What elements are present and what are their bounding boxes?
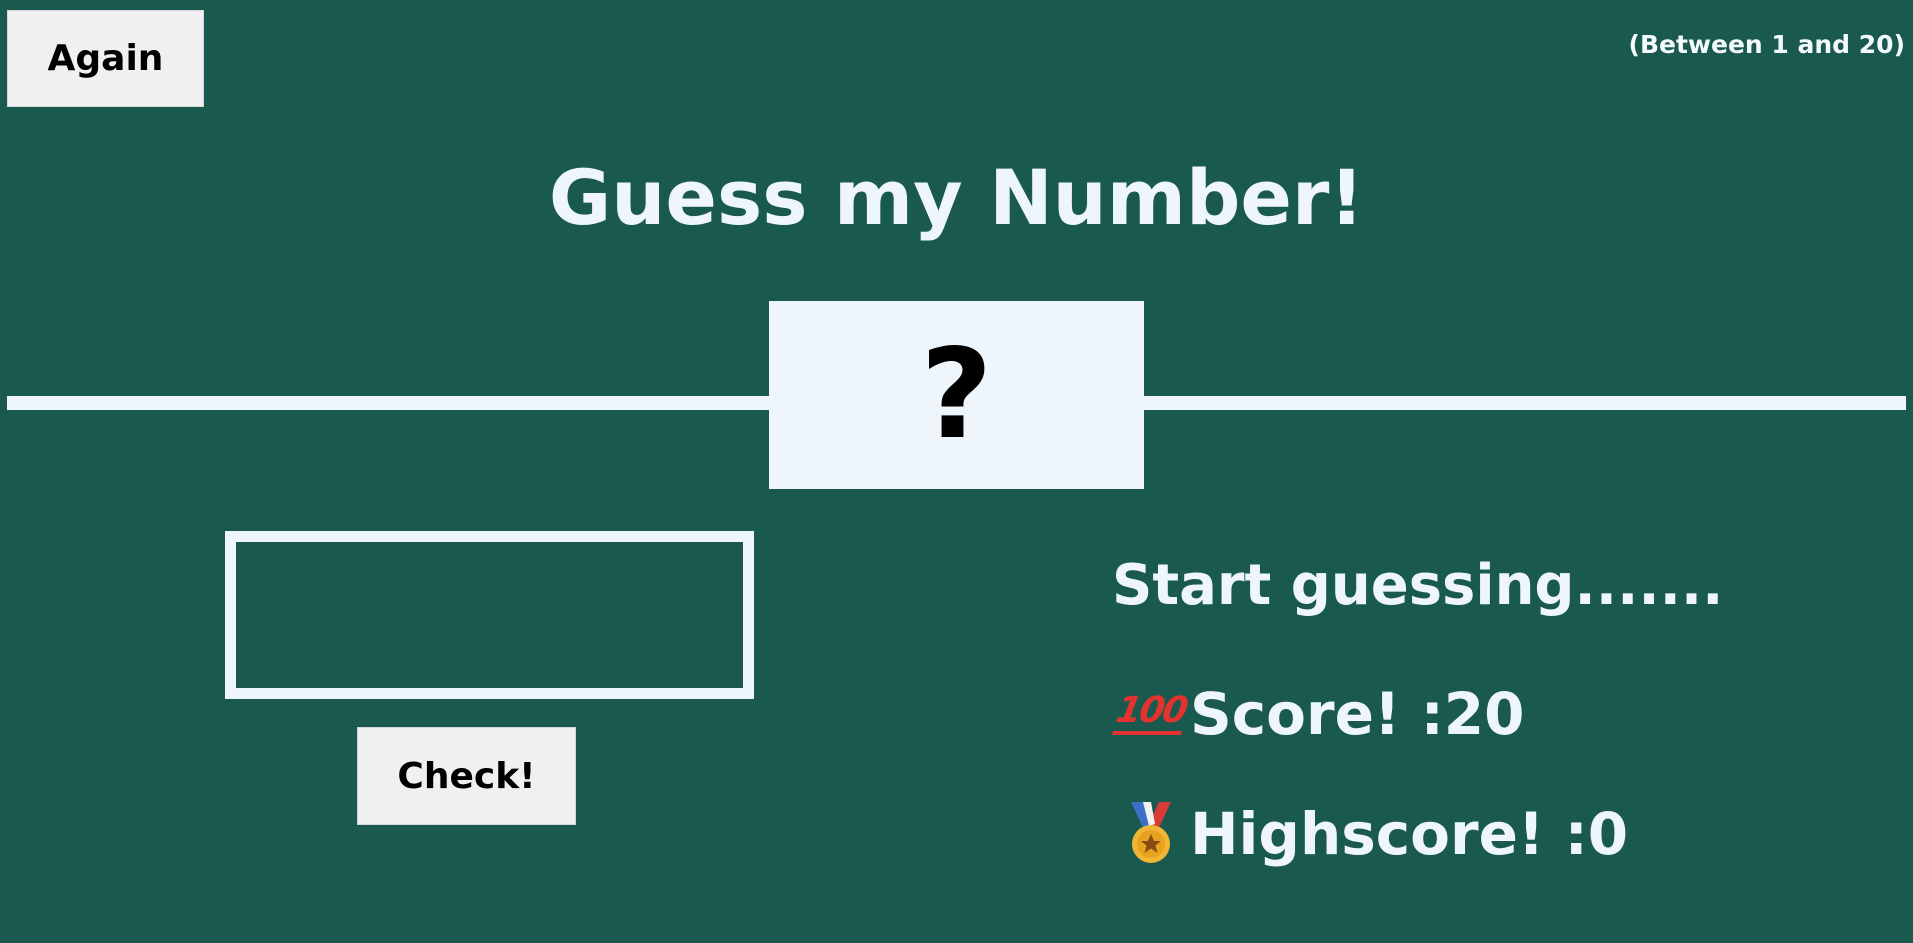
again-button[interactable]: Again	[7, 10, 204, 107]
guess-input[interactable]	[225, 531, 754, 699]
score-value: 20	[1443, 680, 1525, 748]
score-row: 100 Score! : 20	[1112, 680, 1525, 748]
highscore-value: 0	[1587, 800, 1629, 868]
secret-number-box: ?	[769, 301, 1144, 489]
status-message: Start guessing.......	[1112, 553, 1724, 618]
highscore-label: Highscore! :	[1190, 800, 1588, 868]
highscore-row: Highscore! : 0	[1122, 802, 1628, 866]
check-button[interactable]: Check!	[357, 727, 576, 825]
range-hint: (Between 1 and 20)	[1628, 30, 1905, 59]
medal-icon	[1122, 802, 1180, 866]
score-label: Score! :	[1190, 680, 1444, 748]
page-title: Guess my Number!	[548, 153, 1365, 242]
hundred-points-icon: 100	[1112, 682, 1190, 746]
secret-number: ?	[920, 323, 993, 467]
